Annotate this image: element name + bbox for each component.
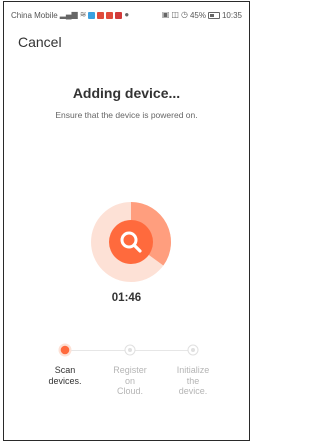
signal-icon: ▂▄▆ — [59, 10, 78, 19]
chat-icon: ● — [124, 10, 130, 19]
instruction-text: Ensure that the device is powered on. — [55, 110, 198, 120]
step-connector-1 — [71, 350, 126, 351]
vibrate-icon: ◫ — [171, 10, 179, 19]
app-icon-1 — [88, 11, 96, 19]
countdown-timer: 01:46 — [111, 292, 142, 304]
app-icon-2 — [97, 11, 105, 19]
carrier-label: China Mobile — [11, 10, 58, 20]
battery-percent: 45% — [189, 10, 206, 20]
clock: 10:35 — [221, 10, 242, 20]
step-indicator-initialize — [186, 343, 200, 357]
phone-frame: China Mobile ▂▄▆ ≋ ● ▣ ◫ ◷ 45% 10:35 Can… — [3, 1, 250, 441]
app-icon-3 — [106, 11, 114, 19]
scan-progress-indicator — [89, 200, 173, 284]
battery-icon — [207, 11, 220, 19]
step-indicator-scan — [58, 343, 72, 357]
page-title: Adding device... — [72, 85, 181, 101]
search-button-bg — [109, 220, 153, 264]
alarm-icon: ◷ — [180, 10, 188, 19]
cancel-button[interactable]: Cancel — [18, 34, 62, 50]
app-icon-4 — [115, 11, 123, 19]
status-bar: China Mobile ▂▄▆ ≋ ● ▣ ◫ ◷ 45% 10:35 — [11, 9, 242, 21]
nfc-icon: ▣ — [161, 10, 170, 19]
step-indicator-register — [123, 343, 137, 357]
step-connector-2 — [134, 350, 189, 351]
step-label-scan: Scan devices. — [48, 365, 82, 386]
step-label-register: Register on Cloud. — [113, 365, 147, 396]
step-label-initialize: Initialize the device. — [176, 365, 210, 396]
wifi-icon: ≋ — [79, 10, 87, 19]
